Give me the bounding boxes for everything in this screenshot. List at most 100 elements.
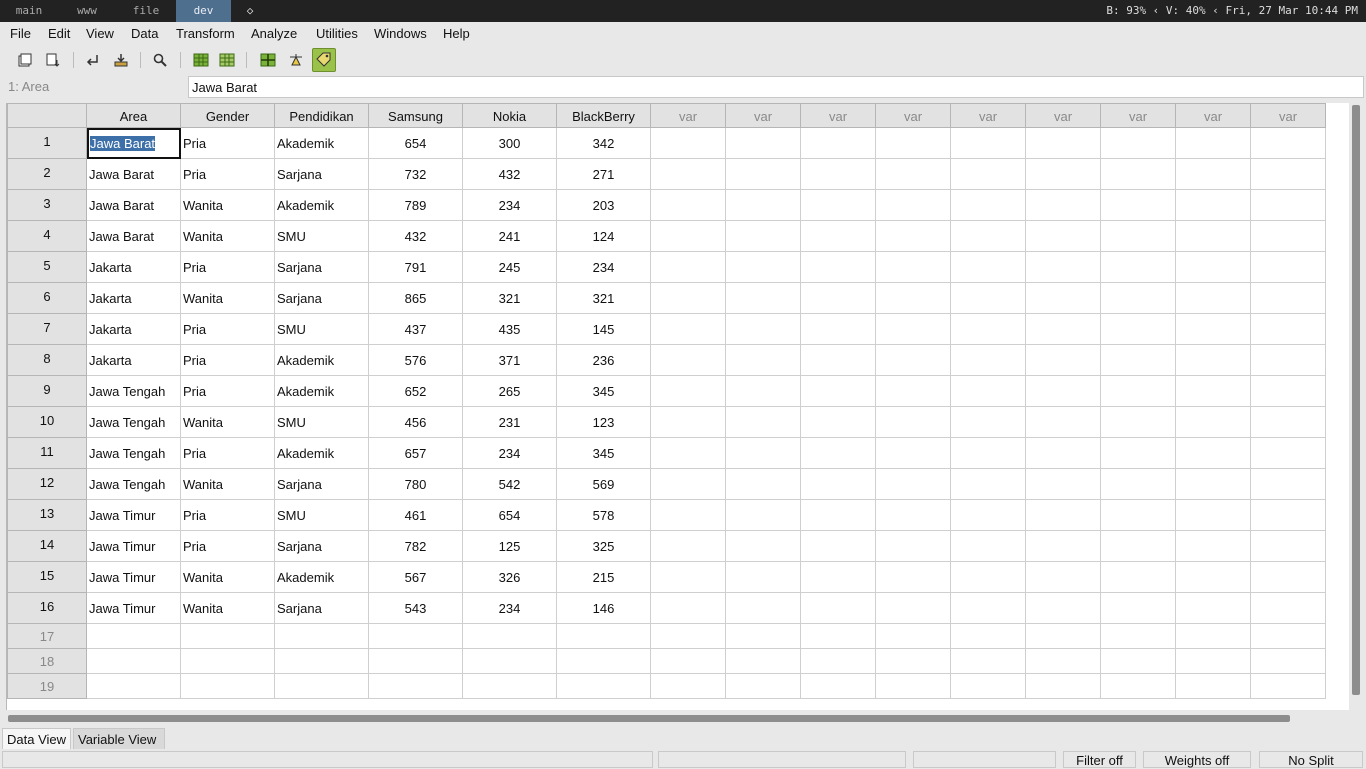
data-cell[interactable]: Jawa Barat bbox=[87, 159, 181, 190]
column-header-nokia[interactable]: Nokia bbox=[463, 103, 557, 128]
data-cell[interactable]: Wanita bbox=[181, 469, 275, 500]
row-header[interactable]: 5 bbox=[7, 252, 87, 283]
row-header[interactable]: 12 bbox=[7, 469, 87, 500]
empty-cell[interactable] bbox=[801, 500, 876, 531]
insert-variable-icon[interactable] bbox=[215, 48, 239, 72]
empty-cell[interactable] bbox=[951, 438, 1026, 469]
row-header[interactable]: 6 bbox=[7, 283, 87, 314]
column-header-area[interactable]: Area bbox=[87, 103, 181, 128]
empty-cell[interactable] bbox=[951, 624, 1026, 649]
horizontal-scroll-thumb[interactable] bbox=[8, 715, 1290, 722]
empty-cell[interactable] bbox=[726, 624, 801, 649]
menu-edit[interactable]: Edit bbox=[48, 22, 70, 46]
data-cell[interactable]: 432 bbox=[463, 159, 557, 190]
empty-cell[interactable] bbox=[1026, 562, 1101, 593]
empty-cell[interactable] bbox=[951, 283, 1026, 314]
empty-cell[interactable] bbox=[651, 674, 726, 699]
data-cell[interactable]: 652 bbox=[369, 376, 463, 407]
data-cell[interactable]: Pria bbox=[181, 531, 275, 562]
empty-cell[interactable] bbox=[1176, 376, 1251, 407]
empty-cell[interactable] bbox=[726, 531, 801, 562]
data-cell[interactable]: Jawa Barat bbox=[87, 190, 181, 221]
empty-cell[interactable] bbox=[1101, 128, 1176, 159]
column-header-pendidikan[interactable]: Pendidikan bbox=[275, 103, 369, 128]
goto-case-icon[interactable] bbox=[81, 48, 105, 72]
row-header[interactable]: 10 bbox=[7, 407, 87, 438]
empty-cell[interactable] bbox=[1251, 283, 1326, 314]
column-header-var[interactable]: var bbox=[801, 103, 876, 128]
empty-cell[interactable] bbox=[1026, 531, 1101, 562]
data-cell[interactable]: 732 bbox=[369, 159, 463, 190]
empty-cell[interactable] bbox=[1176, 128, 1251, 159]
data-cell[interactable]: 543 bbox=[369, 593, 463, 624]
empty-cell[interactable] bbox=[1176, 674, 1251, 699]
column-header-var[interactable]: var bbox=[726, 103, 801, 128]
workspace-www[interactable]: www bbox=[58, 0, 116, 22]
data-cell[interactable]: 345 bbox=[557, 376, 651, 407]
empty-cell[interactable] bbox=[801, 674, 876, 699]
empty-cell[interactable] bbox=[1101, 593, 1176, 624]
row-header-empty[interactable]: 19 bbox=[7, 674, 87, 699]
empty-cell[interactable] bbox=[1101, 438, 1176, 469]
empty-cell[interactable] bbox=[1176, 159, 1251, 190]
empty-cell[interactable] bbox=[1176, 593, 1251, 624]
data-cell[interactable]: 265 bbox=[463, 376, 557, 407]
column-header-blackberry[interactable]: BlackBerry bbox=[557, 103, 651, 128]
data-cell[interactable]: Akademik bbox=[275, 376, 369, 407]
empty-cell[interactable] bbox=[876, 159, 951, 190]
empty-cell[interactable] bbox=[1101, 500, 1176, 531]
column-header-gender[interactable]: Gender bbox=[181, 103, 275, 128]
empty-cell[interactable] bbox=[1176, 190, 1251, 221]
empty-cell[interactable] bbox=[726, 252, 801, 283]
empty-cell[interactable] bbox=[951, 314, 1026, 345]
empty-cell[interactable] bbox=[1176, 407, 1251, 438]
empty-cell[interactable] bbox=[876, 376, 951, 407]
empty-cell[interactable] bbox=[651, 345, 726, 376]
empty-cell[interactable] bbox=[1026, 469, 1101, 500]
data-cell[interactable]: Pria bbox=[181, 314, 275, 345]
menu-transform[interactable]: Transform bbox=[176, 22, 235, 46]
empty-cell[interactable] bbox=[801, 159, 876, 190]
empty-cell[interactable] bbox=[1251, 500, 1326, 531]
empty-cell[interactable] bbox=[1101, 314, 1176, 345]
row-header[interactable]: 7 bbox=[7, 314, 87, 345]
empty-cell[interactable] bbox=[1251, 562, 1326, 593]
empty-cell[interactable] bbox=[801, 624, 876, 649]
data-cell[interactable]: Pria bbox=[181, 376, 275, 407]
data-cell[interactable]: 437 bbox=[369, 314, 463, 345]
empty-cell[interactable] bbox=[1251, 593, 1326, 624]
empty-cell[interactable] bbox=[876, 649, 951, 674]
row-header[interactable]: 13 bbox=[7, 500, 87, 531]
empty-cell[interactable] bbox=[801, 531, 876, 562]
empty-cell[interactable] bbox=[801, 221, 876, 252]
horizontal-scrollbar[interactable] bbox=[6, 713, 1349, 723]
empty-cell[interactable] bbox=[651, 531, 726, 562]
empty-cell[interactable] bbox=[876, 500, 951, 531]
empty-cell[interactable] bbox=[369, 674, 463, 699]
column-header-var[interactable]: var bbox=[951, 103, 1026, 128]
data-cell[interactable]: 342 bbox=[557, 128, 651, 159]
column-header-samsung[interactable]: Samsung bbox=[369, 103, 463, 128]
empty-cell[interactable] bbox=[181, 649, 275, 674]
data-cell[interactable]: Jawa Tengah bbox=[87, 376, 181, 407]
data-cell[interactable]: 123 bbox=[557, 407, 651, 438]
empty-cell[interactable] bbox=[1101, 531, 1176, 562]
data-cell[interactable]: 461 bbox=[369, 500, 463, 531]
data-cell[interactable]: 234 bbox=[463, 190, 557, 221]
data-cell[interactable]: Jawa Timur bbox=[87, 562, 181, 593]
empty-cell[interactable] bbox=[801, 376, 876, 407]
empty-cell[interactable] bbox=[651, 407, 726, 438]
empty-cell[interactable] bbox=[651, 562, 726, 593]
empty-cell[interactable] bbox=[275, 674, 369, 699]
data-cell[interactable]: Jakarta bbox=[87, 252, 181, 283]
empty-cell[interactable] bbox=[651, 649, 726, 674]
data-cell[interactable]: Jawa Tengah bbox=[87, 438, 181, 469]
empty-cell[interactable] bbox=[1026, 190, 1101, 221]
import-icon[interactable] bbox=[109, 48, 133, 72]
empty-cell[interactable] bbox=[1176, 531, 1251, 562]
data-cell[interactable]: Jakarta bbox=[87, 345, 181, 376]
row-header[interactable]: 11 bbox=[7, 438, 87, 469]
data-cell[interactable]: SMU bbox=[275, 314, 369, 345]
empty-cell[interactable] bbox=[801, 314, 876, 345]
data-cell[interactable]: 215 bbox=[557, 562, 651, 593]
